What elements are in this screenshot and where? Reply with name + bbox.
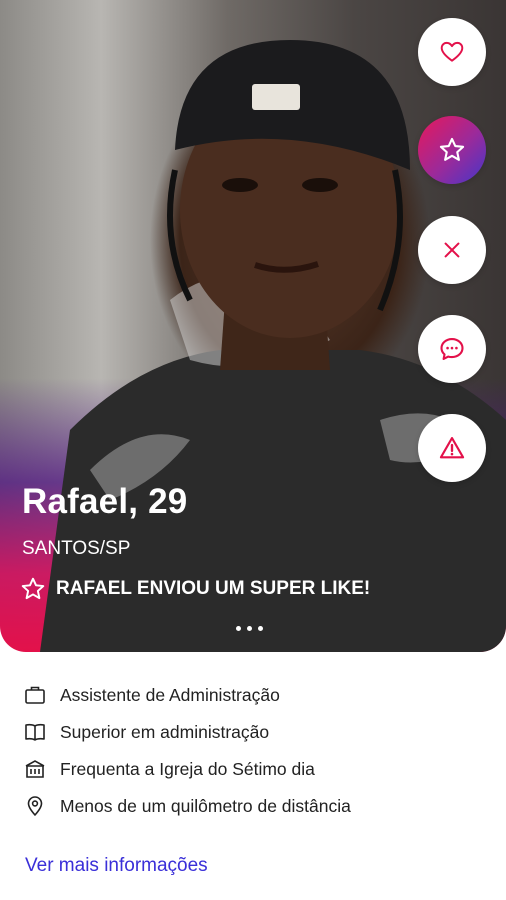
detail-education: Superior em administração [22, 719, 269, 745]
super-like-text: RAFAEL ENVIOU UM SUPER LIKE! [56, 578, 371, 599]
book-icon [22, 719, 48, 745]
heart-icon [440, 41, 464, 62]
detail-distance: Menos de um quilômetro de distância [22, 793, 351, 819]
star-icon [439, 137, 465, 161]
detail-religion: Frequenta a Igreja do Sétimo dia [22, 756, 315, 782]
detail-education-text: Superior em administração [60, 721, 270, 742]
like-button[interactable] [418, 18, 486, 86]
location-pin-icon [22, 793, 48, 819]
photo-pager-dots[interactable] [236, 626, 263, 631]
warning-icon [439, 437, 465, 459]
chat-icon [440, 338, 464, 360]
detail-job-text: Assistente de Administração [60, 684, 280, 705]
detail-distance-text: Menos de um quilômetro de distância [60, 795, 351, 816]
star-outline-icon [21, 577, 45, 600]
pager-dot[interactable] [247, 626, 252, 631]
message-button[interactable] [418, 315, 486, 383]
super-like-button[interactable] [418, 116, 486, 184]
pager-dot[interactable] [258, 626, 263, 631]
profile-name-age: Rafael, 29 [22, 482, 188, 521]
dislike-button[interactable] [418, 216, 486, 284]
detail-job: Assistente de Administração [22, 682, 280, 708]
church-icon [22, 756, 48, 782]
pager-dot[interactable] [236, 626, 241, 631]
report-button[interactable] [418, 414, 486, 482]
detail-religion-text: Frequenta a Igreja do Sétimo dia [60, 758, 315, 779]
super-like-banner: RAFAEL ENVIOU UM SUPER LIKE! [20, 576, 370, 602]
profile-location: SANTOS/SP [22, 538, 131, 559]
briefcase-icon [22, 682, 48, 708]
close-icon [444, 242, 460, 258]
see-more-link[interactable]: Ver mais informações [25, 855, 208, 877]
